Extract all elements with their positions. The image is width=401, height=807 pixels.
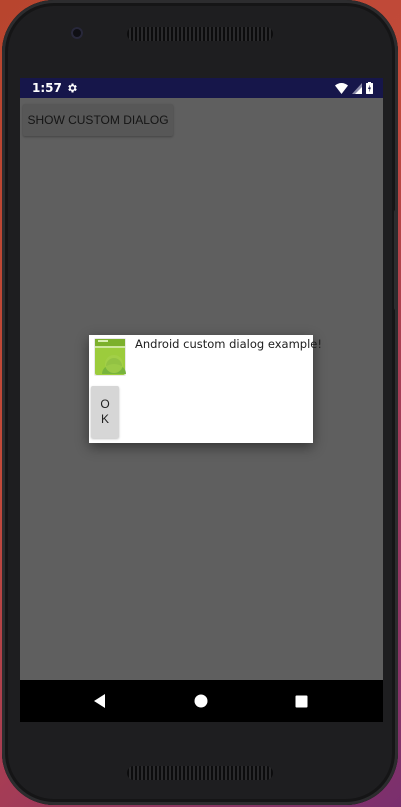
phone-frame: 1:57 SHOW CUSTOM DIALOG Android custom d… — [2, 0, 398, 805]
recents-icon[interactable] — [290, 690, 312, 712]
show-custom-dialog-button[interactable]: SHOW CUSTOM DIALOG — [23, 104, 173, 136]
navigation-bar — [20, 680, 383, 722]
ok-button[interactable]: OK — [91, 386, 119, 438]
battery-icon — [366, 82, 373, 94]
status-bar: 1:57 — [20, 78, 383, 98]
earpiece-speaker — [127, 27, 273, 41]
bottom-speaker — [127, 766, 273, 780]
wifi-icon — [335, 82, 348, 94]
power-button[interactable] — [394, 210, 398, 310]
signal-icon — [352, 82, 362, 94]
custom-dialog: Android custom dialog example! OK — [89, 335, 322, 443]
status-time: 1:57 — [32, 81, 62, 95]
dialog-message: Android custom dialog example! — [135, 337, 322, 351]
home-icon[interactable] — [190, 690, 212, 712]
android-app-icon — [94, 338, 126, 376]
ok-button-label: OK — [100, 397, 110, 426]
screen: 1:57 SHOW CUSTOM DIALOG Android custom d… — [20, 78, 383, 722]
gear-icon — [68, 83, 77, 93]
back-icon[interactable] — [89, 690, 111, 712]
front-camera — [71, 27, 83, 39]
status-icons — [335, 82, 373, 94]
